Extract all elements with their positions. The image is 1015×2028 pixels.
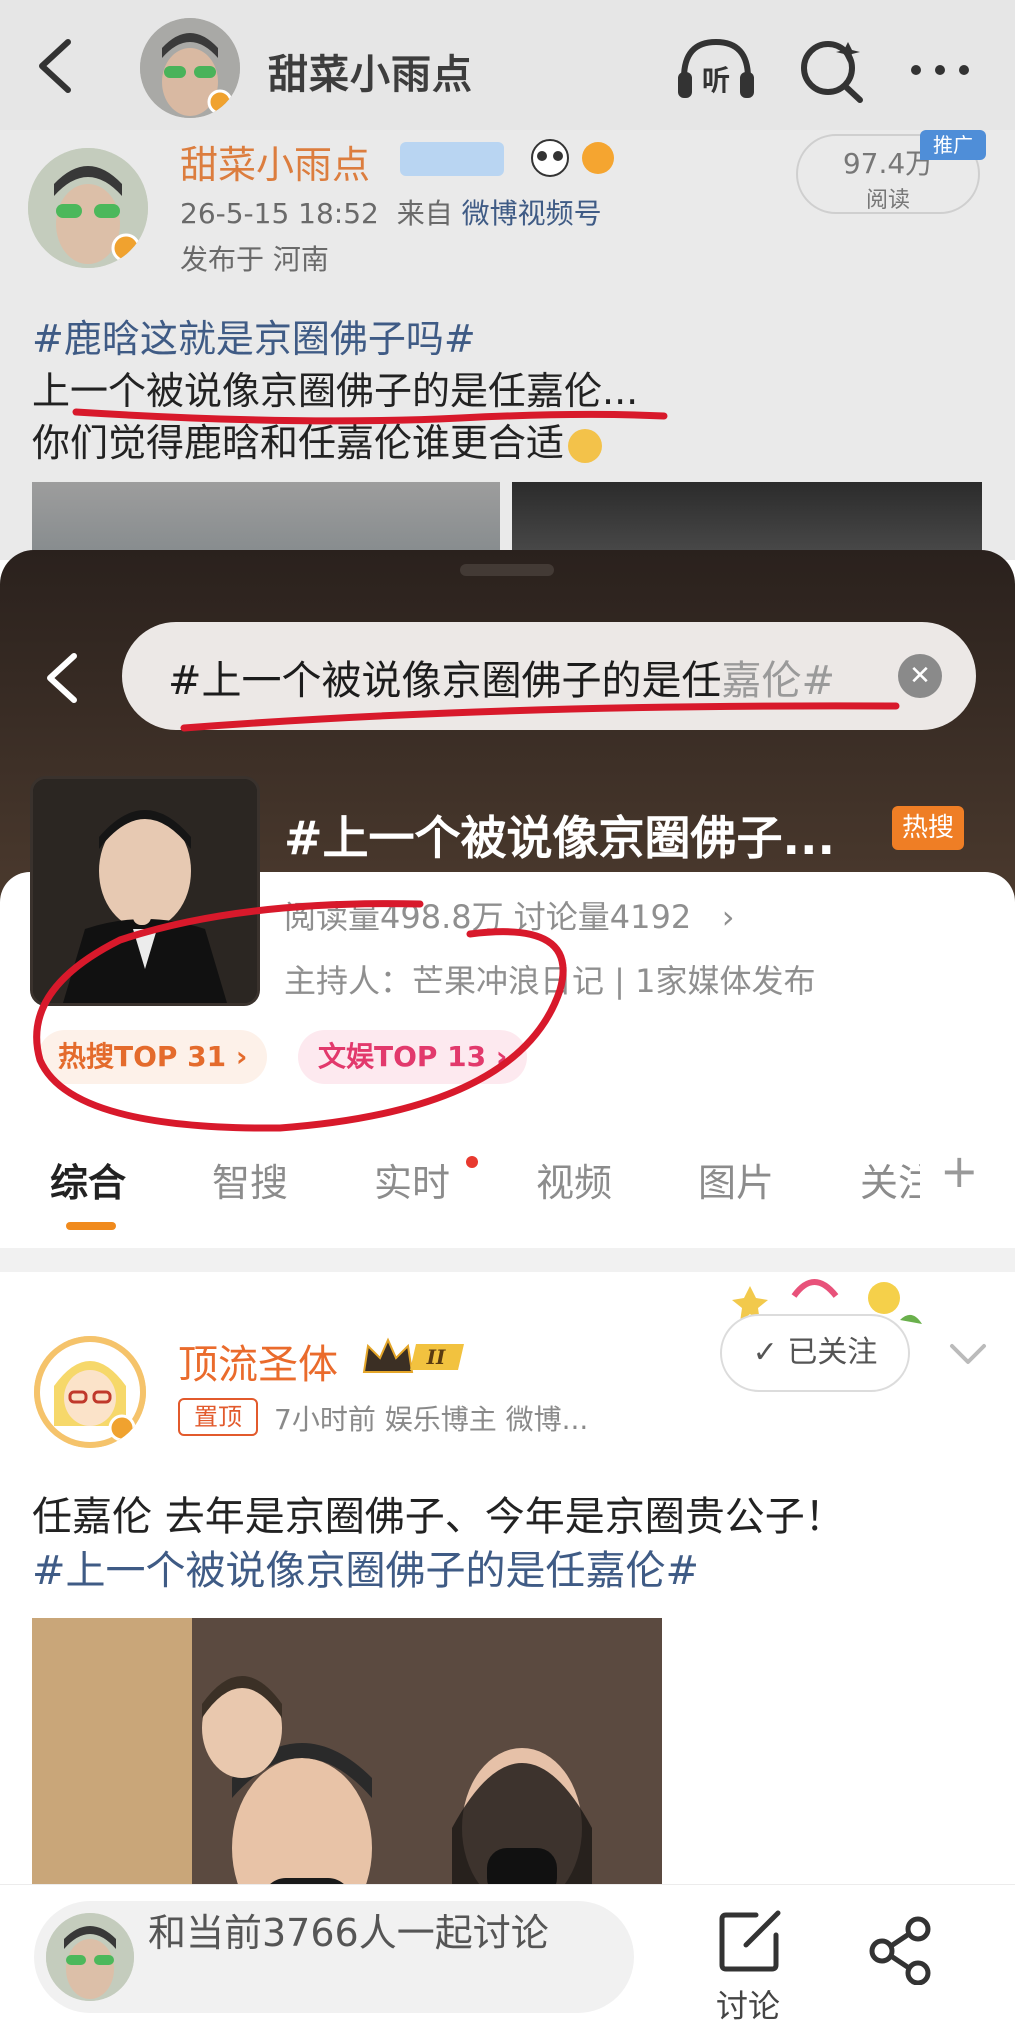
compose-icon[interactable] [716, 1905, 786, 1975]
post-time: 26-5-15 18:52 来自 微博视频号 [180, 192, 602, 232]
post-location: 发布于 河南 [180, 243, 329, 276]
topic-cover-image[interactable] [30, 776, 260, 1006]
feed-author-name[interactable]: 顶流圣体 [178, 1332, 338, 1390]
tab-comprehensive[interactable]: 综合 [50, 1152, 126, 1207]
post-image[interactable] [32, 482, 500, 560]
tab-images[interactable]: 图片 [698, 1152, 774, 1207]
page-title: 甜菜小雨点 [268, 52, 473, 98]
bottom-bar: 和当前3766人一起讨论 讨论 [0, 1884, 1015, 2028]
tab-following[interactable]: 关注 [860, 1152, 920, 1207]
crown-level-icon: II [362, 1337, 464, 1373]
topic-search-bar[interactable]: #上一个被说像京圈佛子的是任嘉伦# ✕ [122, 622, 976, 730]
discuss-label[interactable]: 讨论 [716, 1981, 780, 2027]
post-hashtag[interactable]: #鹿晗这就是京圈佛子吗# [32, 308, 476, 363]
tab-video[interactable]: 视频 [536, 1152, 612, 1207]
discussion-placeholder: 和当前3766人一起讨论 [148, 1911, 549, 1955]
search-query[interactable]: #上一个被说像京圈佛子的是任嘉伦# [168, 648, 888, 706]
entertainment-rank-chip[interactable]: 文娱TOP 13 › [298, 1030, 528, 1084]
add-tab-icon[interactable]: + [940, 1144, 979, 1198]
post-text-line3: 你们觉得鹿晗和任嘉伦谁更合适 [32, 421, 565, 465]
top-nav-bar: 甜菜小雨点 听 [0, 0, 1015, 130]
topic-stats[interactable]: 阅读量498.8万 讨论量4192 › [284, 892, 735, 938]
user-avatar [46, 1913, 134, 2001]
chevron-right-icon: › [721, 898, 735, 936]
topic-card: 阅读量498.8万 讨论量4192 › 主持人：芒果冲浪日记 | 1家媒体发布 … [0, 872, 1015, 2028]
level-badge-text: II [426, 1345, 446, 1369]
topic-host[interactable]: 主持人：芒果冲浪日记 | 1家媒体发布 [284, 956, 816, 1002]
search-icon[interactable] [790, 34, 874, 104]
chevron-down-icon[interactable] [946, 1334, 990, 1374]
read-count-label: 阅读 [865, 188, 910, 213]
post-time-value: 26-5-15 18:52 [180, 197, 379, 230]
original-post: 甜菜小雨点 26-5-15 18:52 来自 微博视频号 发布于 河南 97.4… [0, 130, 1015, 560]
follow-button-label: 已关注 [787, 1335, 878, 1370]
author-badges-icon [400, 139, 614, 177]
entertainment-rank-label: 文娱TOP 13 [318, 1040, 487, 1073]
listen-label: 听 [702, 64, 730, 97]
topic-title: #上一个被说像京圈佛子... [284, 811, 835, 865]
tab-smart-search[interactable]: 智搜 [212, 1152, 288, 1207]
active-tab-indicator [66, 1222, 116, 1230]
post-image[interactable] [512, 482, 982, 560]
search-query-text: #上一个被说像京圈佛子的是任 [168, 658, 722, 704]
topic-sheet: #上一个被说像京圈佛子的是任嘉伦# ✕ #上一个被说像京圈佛子... 热搜 阅读… [0, 550, 1015, 2028]
search-query-overflow: 嘉伦# [721, 658, 836, 704]
listen-icon[interactable]: 听 [674, 34, 758, 104]
hot-search-rank-label: 热搜TOP 31 [58, 1040, 227, 1073]
more-icon[interactable] [898, 34, 982, 104]
author-avatar[interactable] [140, 18, 240, 118]
pinned-badge: 置顶 [178, 1398, 258, 1436]
post-author-name[interactable]: 甜菜小雨点 [180, 134, 370, 189]
promo-badge: 推广 [920, 130, 986, 160]
post-via-prefix: 来自 [396, 197, 453, 230]
hot-search-badge: 热搜 [892, 806, 964, 850]
feed-post-hashtag[interactable]: #上一个被说像京圈佛子的是任嘉伦# [32, 1538, 699, 1596]
new-content-dot [466, 1156, 478, 1168]
post-author-avatar[interactable] [28, 148, 148, 268]
back-arrow-icon[interactable] [40, 650, 84, 706]
feed-author-avatar[interactable] [34, 1336, 146, 1448]
back-arrow-icon[interactable] [32, 36, 80, 96]
follow-button[interactable]: ✓ 已关注 [720, 1314, 910, 1392]
tab-realtime[interactable]: 实时 [374, 1152, 450, 1207]
post-source[interactable]: 微博视频号 [462, 197, 602, 230]
feed-post-text: 任嘉伦 去年是京圈佛子、今年是京圈贵公子！ [32, 1494, 845, 1540]
feed-post-meta: 7小时前 娱乐博主 微博... [274, 1403, 589, 1436]
share-icon[interactable] [866, 1915, 936, 1985]
post-text-line: 你们觉得鹿晗和任嘉伦谁更合适 [32, 412, 603, 467]
hot-search-rank-chip[interactable]: 热搜TOP 31 › [38, 1030, 268, 1084]
sheet-drag-handle[interactable] [460, 564, 554, 576]
topic-stats-text: 阅读量498.8万 讨论量4192 [284, 898, 692, 936]
post-text-line: 上一个被说像京圈佛子的是任嘉伦... [32, 369, 639, 413]
topic-tabs: 综合 智搜 实时 视频 图片 关注 [0, 1124, 1015, 1236]
clear-search-icon[interactable]: ✕ [898, 654, 942, 698]
emoji-icon [568, 428, 603, 463]
